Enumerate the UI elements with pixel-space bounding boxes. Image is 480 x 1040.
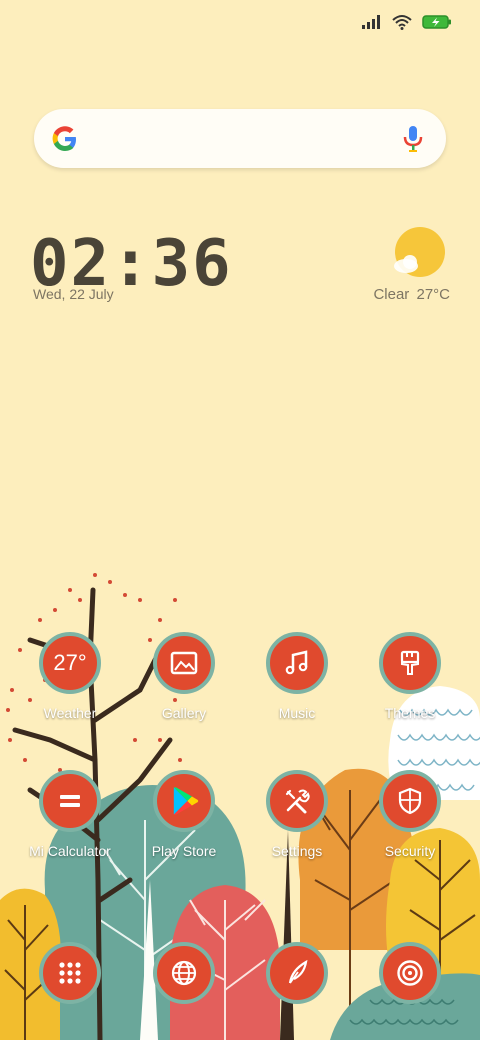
app-music[interactable]: Music: [242, 632, 352, 742]
app-label: Weather: [43, 705, 97, 721]
tools-icon: [285, 789, 310, 814]
app-label: Play Store: [151, 843, 217, 859]
temperature-27-icon: 27°: [53, 650, 87, 675]
equals-icon: [60, 795, 80, 807]
app-settings[interactable]: Settings: [242, 770, 352, 880]
status-bar: [362, 10, 452, 34]
app-label: Gallery: [161, 705, 207, 721]
signal-icon: [362, 15, 380, 29]
clock-date: Wed, 22 July: [33, 286, 114, 302]
play-store-app-icon: [153, 770, 215, 832]
weather-app-icon: 27°: [39, 632, 101, 694]
music-app-icon: [266, 632, 328, 694]
app-label: Security: [384, 843, 436, 859]
sun-cloud-icon: [394, 227, 445, 277]
weather-condition: Clear: [373, 286, 410, 303]
app-themes[interactable]: Themes: [355, 632, 465, 742]
battery-charging-icon: [422, 15, 451, 29]
app-security[interactable]: Security: [355, 770, 465, 880]
calculator-app-icon: [39, 770, 101, 832]
app-label: Music: [278, 705, 316, 721]
app-gallery[interactable]: Gallery: [129, 632, 239, 742]
image-icon: [170, 651, 198, 675]
weather-temperature: 27°C: [416, 286, 450, 303]
app-notes[interactable]: [242, 942, 352, 1040]
app-camera[interactable]: [355, 942, 465, 1040]
camera-app-icon: [379, 942, 441, 1004]
quill-icon: [288, 959, 308, 984]
target-icon: [397, 960, 423, 986]
shield-icon: [398, 787, 422, 815]
globe-icon: [171, 960, 197, 986]
google-logo-icon: [52, 126, 76, 151]
app-play-store[interactable]: Play Store: [129, 770, 239, 880]
paintbrush-icon: [400, 650, 420, 675]
app-drawer-icon: [39, 942, 101, 1004]
app-mi-calculator[interactable]: Mi Calculator: [15, 770, 125, 880]
play-store-icon: [173, 787, 199, 815]
music-note-icon: [285, 650, 308, 675]
themes-app-icon: [379, 632, 441, 694]
weather-summary: Clear 27°C: [373, 286, 450, 303]
app-browser[interactable]: [129, 942, 239, 1040]
notes-app-icon: [266, 942, 328, 1004]
gallery-app-icon: [153, 632, 215, 694]
app-label: Themes: [384, 705, 436, 721]
google-search-bar[interactable]: [34, 109, 446, 168]
security-app-icon: [379, 770, 441, 832]
app-drawer[interactable]: [15, 942, 125, 1040]
app-label: Mi Calculator: [29, 843, 111, 859]
wifi-icon: [392, 15, 412, 30]
app-weather[interactable]: 27° Weather: [15, 632, 125, 742]
grid-dots-icon: [59, 962, 81, 984]
weather-widget[interactable]: Clear 27°C: [360, 226, 450, 306]
mic-icon[interactable]: [402, 124, 424, 154]
settings-app-icon: [266, 770, 328, 832]
browser-app-icon: [153, 942, 215, 1004]
app-label: Settings: [271, 843, 323, 859]
